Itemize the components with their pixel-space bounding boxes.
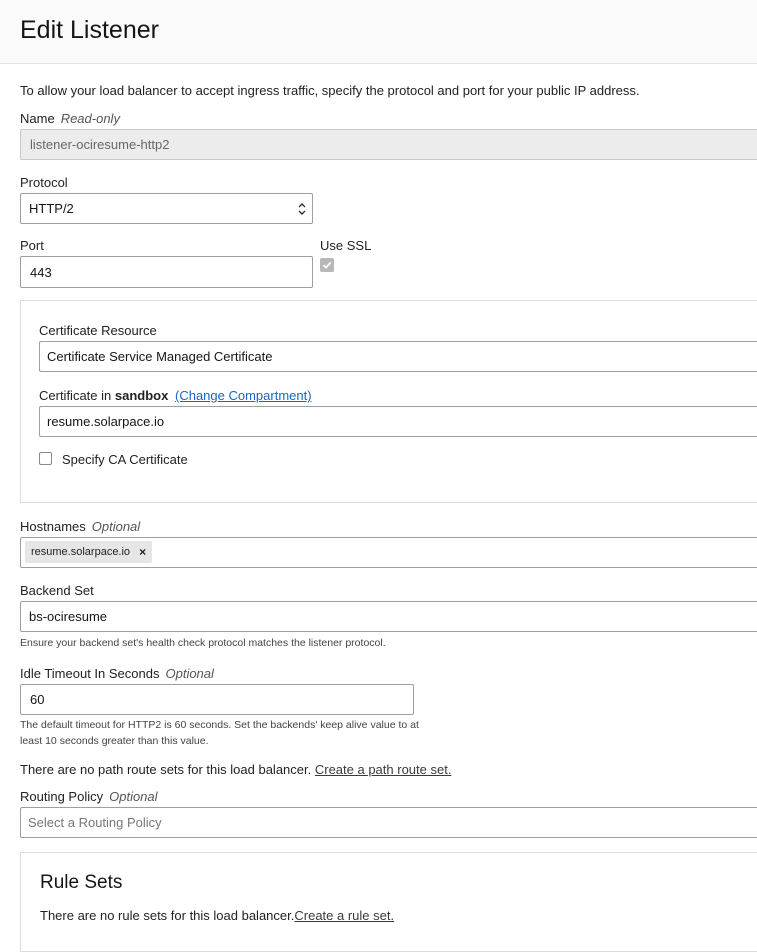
- protocol-select[interactable]: HTTP/2: [20, 193, 313, 224]
- name-label-text: Name: [20, 111, 55, 126]
- read-only-badge: Read-only: [60, 111, 120, 126]
- routing-policy-select[interactable]: Select a Routing Policy: [20, 807, 757, 838]
- port-value: 443: [30, 264, 52, 280]
- optional-badge: Optional: [109, 789, 158, 804]
- specify-ca-label: Specify CA Certificate: [62, 452, 188, 467]
- idle-timeout-help-line2: least 10 seconds greater than this value…: [20, 735, 209, 747]
- hostnames-label-text: Hostnames: [20, 519, 86, 534]
- certificate-compartment-label: Certificate in sandbox: [39, 388, 168, 403]
- name-field[interactable]: listener-ociresume-http2: [20, 129, 757, 160]
- create-path-route-link[interactable]: Create a path route set.: [315, 762, 452, 777]
- specify-ca-checkbox[interactable]: [39, 452, 52, 465]
- idle-timeout-label-text: Idle Timeout In Seconds: [20, 666, 160, 681]
- rule-sets-message: There are no rule sets for this load bal…: [40, 908, 394, 923]
- backend-set-label: Backend Set: [20, 583, 94, 598]
- use-ssl-checkbox[interactable]: [320, 258, 334, 272]
- certificate-in-text: Certificate in: [39, 388, 112, 403]
- change-compartment-link[interactable]: (Change Compartment): [175, 388, 312, 403]
- idle-timeout-value: 60: [30, 692, 45, 707]
- name-label: Name Read-only: [20, 111, 120, 126]
- routing-policy-label: Routing Policy Optional: [20, 789, 158, 804]
- remove-chip-icon[interactable]: ×: [139, 545, 146, 559]
- protocol-label: Protocol: [20, 175, 68, 190]
- routing-policy-label-text: Routing Policy: [20, 789, 104, 804]
- intro-text: To allow your load balancer to accept in…: [20, 83, 640, 98]
- port-input[interactable]: 443: [20, 256, 313, 288]
- panel-header: Edit Listener: [0, 0, 757, 64]
- use-ssl-label: Use SSL: [320, 238, 372, 253]
- hostname-chip-label: resume.solarpace.io: [31, 546, 131, 558]
- certificate-value: resume.solarpace.io: [47, 414, 165, 429]
- backend-set-help: Ensure your backend set's health check p…: [20, 637, 386, 649]
- page-title: Edit Listener: [20, 16, 159, 44]
- protocol-value: HTTP/2: [29, 201, 74, 216]
- rule-sets-panel: Rule Sets There are no rule sets for thi…: [20, 852, 757, 952]
- select-arrows-icon: [298, 203, 306, 215]
- path-route-text: There are no path route sets for this lo…: [20, 762, 312, 777]
- compartment-name: sandbox: [114, 388, 169, 403]
- certificate-select[interactable]: resume.solarpace.io: [39, 406, 757, 437]
- idle-timeout-label: Idle Timeout In Seconds Optional: [20, 666, 214, 681]
- checkmark-icon: [322, 261, 332, 269]
- hostnames-label: Hostnames Optional: [20, 519, 140, 534]
- backend-set-value: bs-ociresume: [29, 609, 108, 624]
- hostname-chip: resume.solarpace.io ×: [25, 541, 153, 563]
- certificate-resource-value: Certificate Service Managed Certificate: [47, 349, 273, 364]
- idle-timeout-input[interactable]: 60: [20, 684, 414, 715]
- port-label: Port: [20, 238, 44, 253]
- optional-badge: Optional: [91, 519, 141, 534]
- certificate-resource-label: Certificate Resource: [39, 323, 157, 338]
- path-route-message: There are no path route sets for this lo…: [20, 762, 451, 777]
- certificate-resource-select[interactable]: Certificate Service Managed Certificate: [39, 341, 757, 372]
- create-rule-set-link[interactable]: Create a rule set.: [294, 908, 394, 923]
- rule-sets-text: There are no rule sets for this load bal…: [40, 908, 295, 923]
- name-value: listener-ociresume-http2: [30, 137, 170, 152]
- rule-sets-title: Rule Sets: [40, 872, 123, 893]
- routing-policy-placeholder: Select a Routing Policy: [28, 815, 162, 830]
- backend-set-select[interactable]: bs-ociresume: [20, 601, 757, 632]
- optional-badge: Optional: [165, 666, 214, 681]
